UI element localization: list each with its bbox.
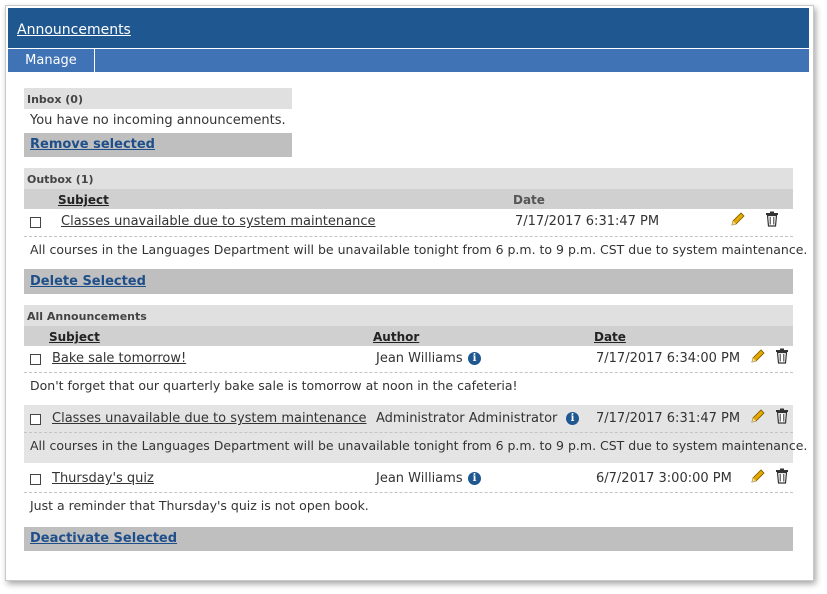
delete-selected-link[interactable]: Delete Selected	[30, 274, 146, 289]
all-col-subject[interactable]: Subject	[49, 330, 100, 344]
title-bar: Announcements	[8, 8, 809, 48]
announcement-body: Just a reminder that Thursday's quiz is …	[30, 498, 369, 513]
announcement-author: Jean Williams	[376, 351, 463, 366]
row-divider	[24, 492, 793, 493]
remove-selected-link[interactable]: Remove selected	[30, 137, 155, 152]
trash-icon[interactable]	[775, 468, 789, 488]
menu-bar: Manage	[8, 49, 809, 72]
all-col-author[interactable]: Author	[373, 330, 419, 344]
announcement-author: Administrator Administrator	[376, 411, 558, 426]
info-icon[interactable]: i	[468, 472, 481, 485]
announcement-date: 6/7/2017 3:00:00 PM	[596, 471, 732, 486]
inbox-empty-message: You have no incoming announcements.	[30, 113, 286, 128]
manage-menu-item[interactable]: Manage	[8, 49, 95, 72]
announcement-checkbox[interactable]	[30, 474, 41, 485]
info-icon[interactable]: i	[468, 352, 481, 365]
outbox-row-body: All courses in the Languages Department …	[30, 242, 808, 257]
outbox-row-date: 7/17/2017 6:31:47 PM	[515, 214, 660, 229]
pencil-icon[interactable]	[730, 211, 746, 231]
pencil-icon[interactable]	[750, 408, 766, 428]
info-icon[interactable]: i	[566, 412, 579, 425]
outbox-row-subject-link[interactable]: Classes unavailable due to system mainte…	[61, 214, 376, 229]
trash-icon[interactable]	[775, 348, 789, 368]
all-col-date[interactable]: Date	[594, 330, 626, 344]
outbox-col-subject[interactable]: Subject	[58, 193, 109, 207]
announcement-checkbox[interactable]	[30, 354, 41, 365]
announcement-body: All courses in the Languages Department …	[30, 438, 808, 453]
announcement-author: Jean Williams	[376, 471, 463, 486]
deactivate-selected-link[interactable]: Deactivate Selected	[30, 531, 177, 546]
outbox-col-date: Date	[513, 193, 545, 207]
pencil-icon[interactable]	[750, 468, 766, 488]
trash-icon[interactable]	[775, 408, 789, 428]
page-title[interactable]: Announcements	[17, 22, 131, 38]
announcement-subject-link[interactable]: Bake sale tomorrow!	[52, 351, 186, 366]
inbox-heading: Inbox (0)	[27, 93, 83, 106]
row-divider	[24, 236, 793, 237]
announcement-date: 7/17/2017 6:34:00 PM	[596, 351, 741, 366]
row-divider	[24, 432, 793, 433]
outbox-column-header	[24, 189, 793, 209]
announcement-checkbox[interactable]	[30, 414, 41, 425]
all-heading: All Announcements	[27, 310, 147, 323]
outbox-heading: Outbox (1)	[27, 173, 94, 186]
announcement-body: Don't forget that our quarterly bake sal…	[30, 378, 518, 393]
announcement-subject-link[interactable]: Thursday's quiz	[52, 471, 154, 486]
row-divider	[24, 372, 793, 373]
announcement-date: 7/17/2017 6:31:47 PM	[596, 411, 741, 426]
outbox-row-checkbox[interactable]	[30, 217, 41, 228]
trash-icon[interactable]	[765, 211, 779, 231]
outbox-header	[24, 168, 793, 189]
announcement-subject-link[interactable]: Classes unavailable due to system mainte…	[52, 411, 367, 426]
pencil-icon[interactable]	[750, 348, 766, 368]
